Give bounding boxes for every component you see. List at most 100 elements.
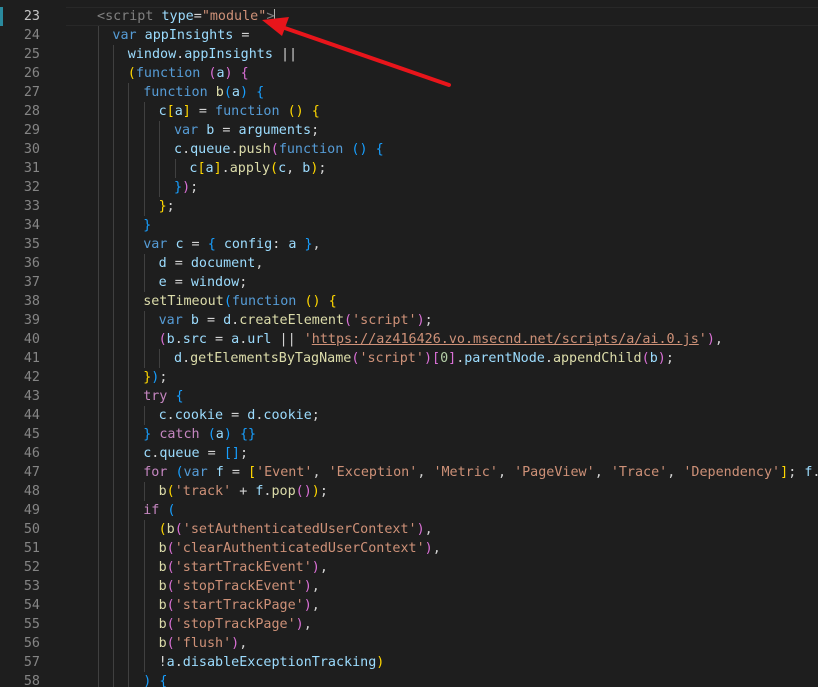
code-token: , <box>714 332 723 347</box>
code-token: ) <box>416 313 425 328</box>
code-line[interactable]: 49 if ( <box>0 501 818 520</box>
code-content[interactable]: }); <box>66 368 818 387</box>
code-token: a <box>231 85 240 100</box>
code-line[interactable]: 48 b('track' + f.pop()); <box>0 482 818 501</box>
code-content[interactable]: } <box>66 216 818 235</box>
code-line[interactable]: 58) { <box>0 672 818 687</box>
code-line[interactable]: 44 c.cookie = d.cookie; <box>0 406 818 425</box>
code-content[interactable]: function b(a) { <box>66 83 818 102</box>
code-line[interactable]: 57 !a.disableExceptionTracking) <box>0 653 818 672</box>
code-token: ' <box>303 332 312 347</box>
code-content[interactable]: e = window; <box>66 273 818 292</box>
code-content[interactable]: c.queue = []; <box>66 444 818 463</box>
code-content[interactable]: if ( <box>66 501 818 520</box>
code-token: { <box>240 66 249 81</box>
code-token: . <box>221 161 230 176</box>
code-token: script <box>105 9 154 24</box>
code-line[interactable]: 33}; <box>0 197 818 216</box>
indent-guide <box>97 140 99 159</box>
code-content[interactable]: d = document, <box>66 254 818 273</box>
code-content[interactable]: d.getElementsByTagName('script')[0].pare… <box>66 349 818 368</box>
code-line[interactable]: 35 var c = { config: a }, <box>0 235 818 254</box>
code-line[interactable]: 51 b('clearAuthenticatedUserContext'), <box>0 539 818 558</box>
code-line[interactable]: 26 (function (a) { <box>0 64 818 83</box>
code-token: ) <box>239 85 248 100</box>
modified-line-indicator <box>0 444 3 463</box>
code-token: = <box>198 313 224 328</box>
code-line[interactable]: 27 function b(a) { <box>0 83 818 102</box>
code-content[interactable]: var appInsights = <box>66 26 818 45</box>
modified-line-indicator <box>0 387 3 406</box>
code-text: b('startTrackPage'), <box>159 596 320 615</box>
code-line[interactable]: 23 <script type="module"> <box>0 7 818 26</box>
code-line[interactable]: 42}); <box>0 368 818 387</box>
code-content[interactable]: var c = { config: a }, <box>66 235 818 254</box>
code-content[interactable]: b('stopTrackPage'), <box>66 615 818 634</box>
indent-guide <box>97 178 99 197</box>
code-content[interactable]: c[a].apply(c, b); <box>66 159 818 178</box>
indent-guide <box>112 501 114 520</box>
code-line[interactable]: 40 (b.src = a.url || 'https://az416426.vo… <box>0 330 818 349</box>
code-line[interactable]: 53 b('stopTrackEvent'), <box>0 577 818 596</box>
code-content[interactable]: b('stopTrackEvent'), <box>66 577 818 596</box>
code-line[interactable]: 34} <box>0 216 818 235</box>
code-content[interactable]: }; <box>66 197 818 216</box>
indent-guide <box>112 330 114 349</box>
code-content[interactable]: c[a] = function () { <box>66 102 818 121</box>
code-line[interactable]: 56 b('flush'), <box>0 634 818 653</box>
code-token: window <box>190 275 240 290</box>
code-content[interactable]: !a.disableExceptionTracking) <box>66 653 818 672</box>
code-line[interactable]: 54 b('startTrackPage'), <box>0 596 818 615</box>
code-content[interactable]: c.cookie = d.cookie; <box>66 406 818 425</box>
code-line[interactable]: 28 c[a] = function () { <box>0 102 818 121</box>
code-content[interactable]: var b = d.createElement('script'); <box>66 311 818 330</box>
code-token: ( <box>166 617 175 632</box>
code-content[interactable]: setTimeout(function () { <box>66 292 818 311</box>
code-line[interactable]: 50 (b('setAuthenticatedUserContext'), <box>0 520 818 539</box>
code-token: || <box>271 332 304 347</box>
code-content[interactable]: b('clearAuthenticatedUserContext'), <box>66 539 818 558</box>
code-line[interactable]: 39 var b = d.createElement('script'); <box>0 311 818 330</box>
code-content[interactable]: try { <box>66 387 818 406</box>
code-editor[interactable]: 23 <script type="module"> 24 var appInsight… <box>0 0 818 687</box>
code-line[interactable]: 55 b('stopTrackPage'), <box>0 615 818 634</box>
code-content[interactable]: b('track' + f.pop()); <box>66 482 818 501</box>
indent-guide <box>112 406 114 425</box>
code-content[interactable]: (b.src = a.url || 'https://az416426.vo.m… <box>66 330 818 349</box>
code-content[interactable]: ) { <box>66 672 818 687</box>
code-token: b <box>215 85 224 100</box>
code-line[interactable]: 36 d = document, <box>0 254 818 273</box>
code-content[interactable]: } catch (a) {} <box>66 425 818 444</box>
code-token: = <box>223 465 248 480</box>
code-line[interactable]: 25 window.appInsights || <box>0 45 818 64</box>
code-content[interactable]: for (var f = ['Event', 'Exception', 'Met… <box>66 463 818 482</box>
code-content[interactable]: (b('setAuthenticatedUserContext'), <box>66 520 818 539</box>
code-line[interactable]: 45} catch (a) {} <box>0 425 818 444</box>
code-line[interactable]: 37 e = window; <box>0 273 818 292</box>
code-content[interactable]: window.appInsights || <box>66 45 818 64</box>
code-line[interactable]: 24 var appInsights = <box>0 26 818 45</box>
code-content[interactable]: b('startTrackPage'), <box>66 596 818 615</box>
code-content[interactable]: <script type="module"> <box>66 7 818 26</box>
code-line[interactable]: 46 c.queue = []; <box>0 444 818 463</box>
code-token: ) <box>423 351 432 366</box>
code-content[interactable]: (function (a) { <box>66 64 818 83</box>
code-line[interactable]: 29 var b = arguments; <box>0 121 818 140</box>
indent-guide <box>143 197 145 216</box>
code-line[interactable]: 52 b('startTrackEvent'), <box>0 558 818 577</box>
code-line[interactable]: 32}); <box>0 178 818 197</box>
code-line[interactable]: 43 try { <box>0 387 818 406</box>
modified-line-indicator <box>0 7 3 26</box>
code-line[interactable]: 41 d.getElementsByTagName('script')[0].pa… <box>0 349 818 368</box>
code-line[interactable]: 38 setTimeout(function () { <box>0 292 818 311</box>
code-content[interactable]: }); <box>66 178 818 197</box>
code-content[interactable]: var b = arguments; <box>66 121 818 140</box>
code-line[interactable]: 31 c[a].apply(c, b); <box>0 159 818 178</box>
code-content[interactable]: b('flush'), <box>66 634 818 653</box>
indent-guide <box>97 596 99 615</box>
code-line[interactable]: 30 c.queue.push(function () { <box>0 140 818 159</box>
code-line[interactable]: 47 for (var f = ['Event', 'Exception', 'M… <box>0 463 818 482</box>
code-content[interactable]: c.queue.push(function () { <box>66 140 818 159</box>
code-content[interactable]: b('startTrackEvent'), <box>66 558 818 577</box>
